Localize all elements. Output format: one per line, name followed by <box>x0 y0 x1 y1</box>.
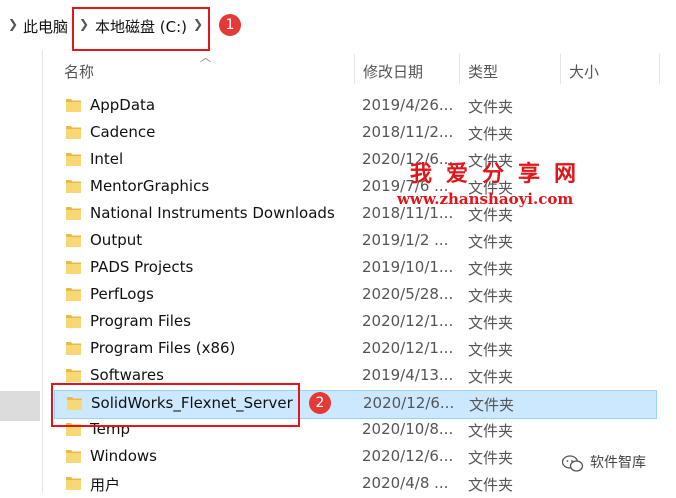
folder-icon <box>66 288 81 301</box>
wechat-icon <box>562 455 584 472</box>
file-name: MentorGraphics <box>90 177 210 195</box>
file-type: 文件夹 <box>468 476 514 494</box>
file-row[interactable]: AppData 2019/4/26... 文件夹 <box>54 93 654 120</box>
file-row[interactable]: PerfLogs 2020/5/28... 文件夹 <box>54 282 654 309</box>
sort-ascending-icon: ︿ <box>200 51 211 64</box>
file-type: 文件夹 <box>468 260 514 278</box>
folder-icon <box>66 315 81 328</box>
file-date: 2020/12/6... <box>363 394 455 412</box>
file-date: 2020/12/1... <box>362 339 454 357</box>
step-badge-2: 2 <box>309 392 331 414</box>
file-date: 2019/1/2 ... <box>362 231 449 249</box>
file-row[interactable]: Cadence 2018/11/2... 文件夹 <box>54 120 654 147</box>
navigation-selected-item[interactable] <box>0 391 40 421</box>
file-name: Windows <box>90 447 157 465</box>
file-name: National Instruments Downloads <box>90 204 335 222</box>
folder-icon <box>66 153 81 166</box>
file-date: 2019/10/1... <box>362 258 454 276</box>
file-date: 2020/10/8... <box>362 420 454 438</box>
folder-icon <box>66 342 81 355</box>
file-name: Program Files <box>90 312 191 330</box>
column-header-size[interactable]: 大小 <box>569 61 599 82</box>
file-type: 文件夹 <box>469 396 515 414</box>
file-row[interactable]: PADS Projects 2019/10/1... 文件夹 <box>54 255 654 282</box>
file-type: 文件夹 <box>468 449 514 467</box>
column-divider[interactable] <box>354 54 355 84</box>
column-header-type[interactable]: 类型 <box>468 61 498 82</box>
column-header-name[interactable]: 名称 <box>64 61 94 82</box>
file-row[interactable]: Program Files (x86) 2020/12/1... 文件夹 <box>54 336 654 363</box>
file-type: 文件夹 <box>468 98 514 116</box>
highlight-box-folder <box>51 383 300 427</box>
folder-icon <box>66 180 81 193</box>
file-type: 文件夹 <box>468 233 514 251</box>
watermark-url: www.zhanshaoyi.com <box>397 190 574 208</box>
file-row[interactable]: Program Files 2020/12/1... 文件夹 <box>54 309 654 336</box>
file-date: 2018/11/2... <box>362 123 454 141</box>
file-name: Intel <box>90 150 124 168</box>
file-type: 文件夹 <box>468 368 514 386</box>
column-divider[interactable] <box>659 54 660 84</box>
folder-icon <box>66 126 81 139</box>
folder-icon <box>66 207 81 220</box>
file-type: 文件夹 <box>468 314 514 332</box>
file-name: Output <box>90 231 143 249</box>
file-name: PADS Projects <box>90 258 194 276</box>
column-divider[interactable] <box>459 54 460 84</box>
folder-icon <box>66 99 81 112</box>
folder-icon <box>66 450 81 463</box>
file-row[interactable]: 用户 2020/4/8 ... 文件夹 <box>54 471 654 498</box>
folder-icon <box>66 261 81 274</box>
file-date: 2019/4/26... <box>362 96 454 114</box>
highlight-box-drive <box>72 7 210 51</box>
folder-icon <box>66 369 81 382</box>
folder-icon <box>66 477 81 490</box>
file-date: 2020/12/1... <box>362 312 454 330</box>
step-badge-1: 1 <box>219 14 241 36</box>
folder-icon <box>66 234 81 247</box>
file-row[interactable]: Output 2019/1/2 ... 文件夹 <box>54 228 654 255</box>
file-name: Softwares <box>90 366 164 384</box>
file-type: 文件夹 <box>468 125 514 143</box>
breadcrumb-this-pc[interactable]: 此电脑 <box>23 16 68 37</box>
file-name: Cadence <box>90 123 156 141</box>
file-type: 文件夹 <box>468 341 514 359</box>
navigation-pane[interactable] <box>0 50 43 493</box>
column-header-date[interactable]: 修改日期 <box>363 61 423 82</box>
chevron-right-icon[interactable]: ❯ <box>8 17 18 31</box>
file-name: Program Files (x86) <box>90 339 236 357</box>
watermark-title: 我爱分享网 <box>410 161 591 187</box>
file-date: 2020/5/28... <box>362 285 454 303</box>
column-divider[interactable] <box>560 54 561 84</box>
file-type: 文件夹 <box>468 422 514 440</box>
file-name: PerfLogs <box>90 285 154 303</box>
file-date: 2020/4/8 ... <box>362 474 449 492</box>
file-name: 用户 <box>90 476 121 494</box>
file-type: 文件夹 <box>468 287 514 305</box>
file-date: 2019/4/13... <box>362 366 454 384</box>
file-date: 2020/12/6... <box>362 447 454 465</box>
wechat-account-label: 软件智库 <box>590 455 646 471</box>
file-name: AppData <box>90 96 156 114</box>
